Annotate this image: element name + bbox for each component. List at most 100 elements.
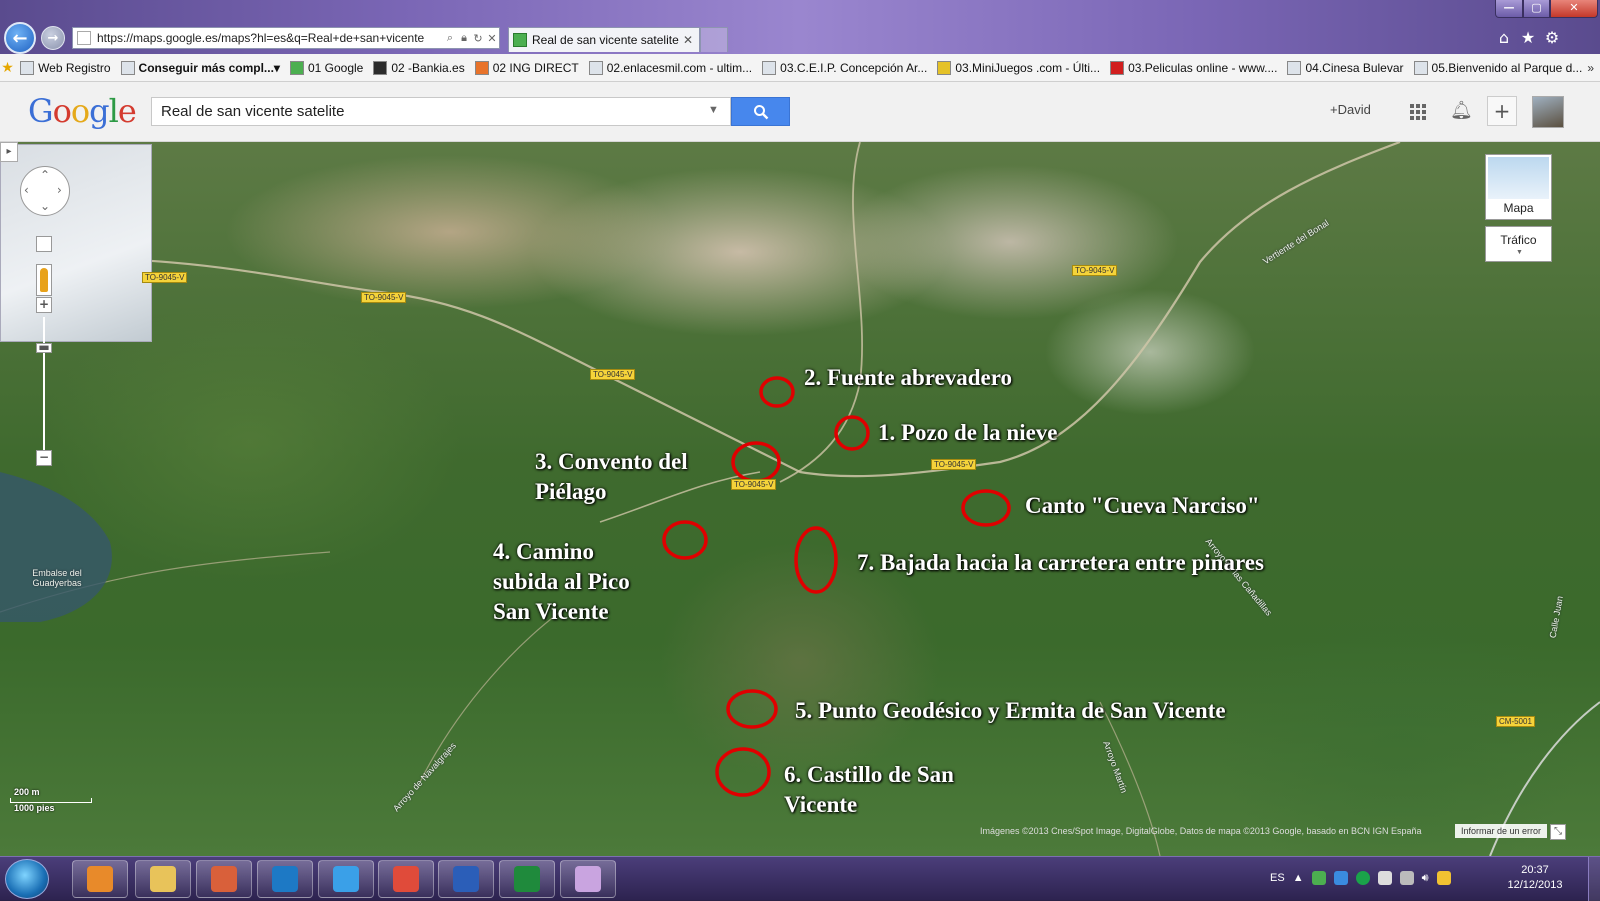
taskbar-app-button[interactable] — [135, 860, 191, 898]
traffic-label: Tráfico — [1500, 233, 1537, 247]
chevron-up-icon[interactable]: ▲ — [1293, 872, 1304, 884]
poi-label-convento-del-pielago: 3. Convento del Piélago — [535, 449, 688, 504]
favorite-site-icon — [762, 60, 777, 75]
taskbar-app-button[interactable] — [499, 860, 555, 898]
back-button[interactable]: ← — [4, 22, 36, 54]
home-icon[interactable]: ⌂ — [1493, 28, 1515, 48]
address-url[interactable]: https://maps.google.es/maps?hl=es&q=Real… — [97, 31, 443, 45]
signal-bars-icon[interactable] — [1399, 871, 1414, 885]
favorite-item[interactable]: 05.Bienvenido al Parque d... — [1409, 60, 1588, 75]
refresh-icon[interactable]: ↻ — [471, 32, 485, 45]
lock-icon[interactable]: 🔒︎ — [457, 32, 471, 45]
taskbar-app-button[interactable] — [72, 860, 128, 898]
favorite-label: 02 -Bankia.es — [391, 60, 465, 75]
zoom-slider-thumb[interactable]: ▬ — [36, 341, 52, 353]
media-player-icon — [87, 866, 113, 892]
new-tab-button[interactable] — [700, 27, 728, 52]
minimize-button[interactable]: — — [1495, 0, 1523, 18]
stop-icon[interactable]: ✕ — [485, 32, 499, 45]
red-circle-marker — [834, 415, 870, 451]
chevron-left-icon[interactable]: ‹ — [24, 183, 29, 197]
taskbar-app-button[interactable] — [378, 860, 434, 898]
favorite-site-icon — [474, 60, 489, 75]
taskbar-app-button[interactable] — [318, 860, 374, 898]
chevron-right-icon[interactable]: » — [1587, 61, 1600, 75]
zoom-slider-track[interactable] — [43, 317, 45, 462]
sync-icon[interactable] — [1355, 871, 1370, 885]
poi-label-fuente-abrevadero: 2. Fuente abrevadero — [804, 365, 1013, 390]
chrome-icon — [393, 866, 419, 892]
google-logo[interactable]: Google — [28, 92, 137, 130]
drive-icon[interactable] — [1436, 871, 1451, 885]
chevron-down-icon: ▼ — [1516, 249, 1523, 256]
taskbar-app-button[interactable] — [438, 860, 494, 898]
network-status-icon[interactable] — [1311, 871, 1326, 885]
favorite-label: Conseguir más compl... — [138, 60, 274, 75]
street-view-pegman[interactable] — [36, 264, 52, 296]
favorite-item[interactable]: 03.C.E.I.P. Concepción Ar... — [757, 60, 932, 75]
tab-close-icon[interactable]: ✕ — [683, 33, 695, 47]
share-plus-button[interactable]: + — [1487, 96, 1517, 126]
chevron-down-icon[interactable]: ▼ — [708, 104, 719, 116]
road-tag: TO-9045-V — [361, 292, 407, 303]
chevron-down-icon[interactable]: ▾ — [274, 61, 280, 75]
close-window-button[interactable]: ✕ — [1550, 0, 1598, 18]
poi-label-pozo-de-la-nieve: 1. Pozo de la nieve — [878, 420, 1058, 445]
clock[interactable]: 20:37 12/12/2013 — [1500, 863, 1570, 893]
start-button[interactable] — [5, 859, 49, 899]
bell-icon[interactable]: 🔔︎ — [1450, 100, 1473, 121]
pan-control[interactable]: ⌃ ⌄ ‹ › — [20, 166, 70, 216]
minimap-toggle[interactable]: ▸ — [0, 142, 18, 162]
locate-button[interactable] — [36, 236, 52, 252]
address-bar[interactable]: https://maps.google.es/maps?hl=es&q=Real… — [72, 27, 500, 49]
gear-icon[interactable]: ⚙ — [1541, 28, 1563, 48]
traffic-button[interactable]: Tráfico ▼ — [1485, 226, 1552, 262]
zoom-out-button[interactable]: − — [36, 450, 52, 466]
search-icon[interactable]: ⌕ — [443, 32, 457, 45]
avatar[interactable] — [1532, 96, 1564, 128]
favorite-site-icon — [20, 60, 35, 75]
favorite-item[interactable]: 01 Google — [285, 60, 368, 75]
show-desktop-button[interactable] — [1588, 857, 1600, 901]
taskbar-app-button[interactable] — [196, 860, 252, 898]
search-button[interactable] — [731, 97, 790, 126]
favorite-item[interactable]: 02.enlacesmil.com - ultim... — [584, 60, 757, 75]
clock-time: 20:37 — [1521, 864, 1549, 876]
maximize-button[interactable]: ▢ — [1523, 0, 1550, 18]
chevron-right-icon[interactable]: › — [57, 183, 62, 197]
favorite-item[interactable]: Conseguir más compl... ▾ — [116, 60, 285, 75]
device-icon[interactable] — [1377, 871, 1392, 885]
language-indicator[interactable]: ES — [1270, 872, 1285, 884]
search-input[interactable]: Real de san vicente satelite — [151, 97, 731, 126]
volume-icon[interactable]: 🔊︎ — [1422, 872, 1429, 885]
favorite-item[interactable]: 04.Cinesa Bulevar — [1282, 60, 1408, 75]
taskbar-app-button[interactable] — [560, 860, 616, 898]
user-link[interactable]: +David — [1330, 102, 1371, 117]
chevron-up-icon[interactable]: ⌃ — [40, 168, 50, 182]
satellite-map[interactable]: ▸ ⌃ ⌄ ‹ › + ▬ − Mapa Tráfico ▼ TO-9045-V… — [0, 142, 1600, 856]
favorite-item[interactable]: Web Registro — [15, 60, 115, 75]
minimap[interactable] — [0, 144, 152, 342]
tab-maps[interactable]: Real de san vicente satelite ... ✕ — [508, 27, 700, 52]
apps-grid-icon[interactable] — [1410, 104, 1426, 120]
zoom-in-button[interactable]: + — [36, 297, 52, 313]
taskbar-app-button[interactable] — [257, 860, 313, 898]
search-icon — [753, 104, 768, 119]
favorite-label: 03.Peliculas online - www.... — [1128, 60, 1278, 75]
expand-icon[interactable]: ⤡ — [1550, 824, 1566, 840]
forward-button[interactable]: → — [41, 26, 65, 50]
favorite-item[interactable]: 03.MiniJuegos .com - Últi... — [932, 60, 1105, 75]
site-favicon — [77, 31, 91, 45]
favorites-star-icon[interactable]: ★ — [0, 59, 15, 76]
favorite-item[interactable]: 02 ING DIRECT — [470, 60, 584, 75]
favorite-item[interactable]: 02 -Bankia.es — [368, 60, 469, 75]
favorites-star-icon[interactable]: ★ — [1517, 28, 1539, 48]
scale-metric: 200 m — [14, 787, 40, 797]
map-type-button[interactable]: Mapa — [1485, 154, 1552, 220]
chevron-down-icon[interactable]: ⌄ — [40, 199, 50, 213]
messenger-icon[interactable] — [1333, 871, 1348, 885]
favorites-list: Web Registro Conseguir más compl... ▾ 01 G… — [15, 60, 1588, 75]
report-error-link[interactable]: Informar de un error — [1455, 824, 1547, 838]
favorite-item[interactable]: 03.Peliculas online - www.... — [1105, 60, 1282, 75]
poi-label-castillo-san-vicente: 6. Castillo de San Vicente — [784, 762, 954, 817]
